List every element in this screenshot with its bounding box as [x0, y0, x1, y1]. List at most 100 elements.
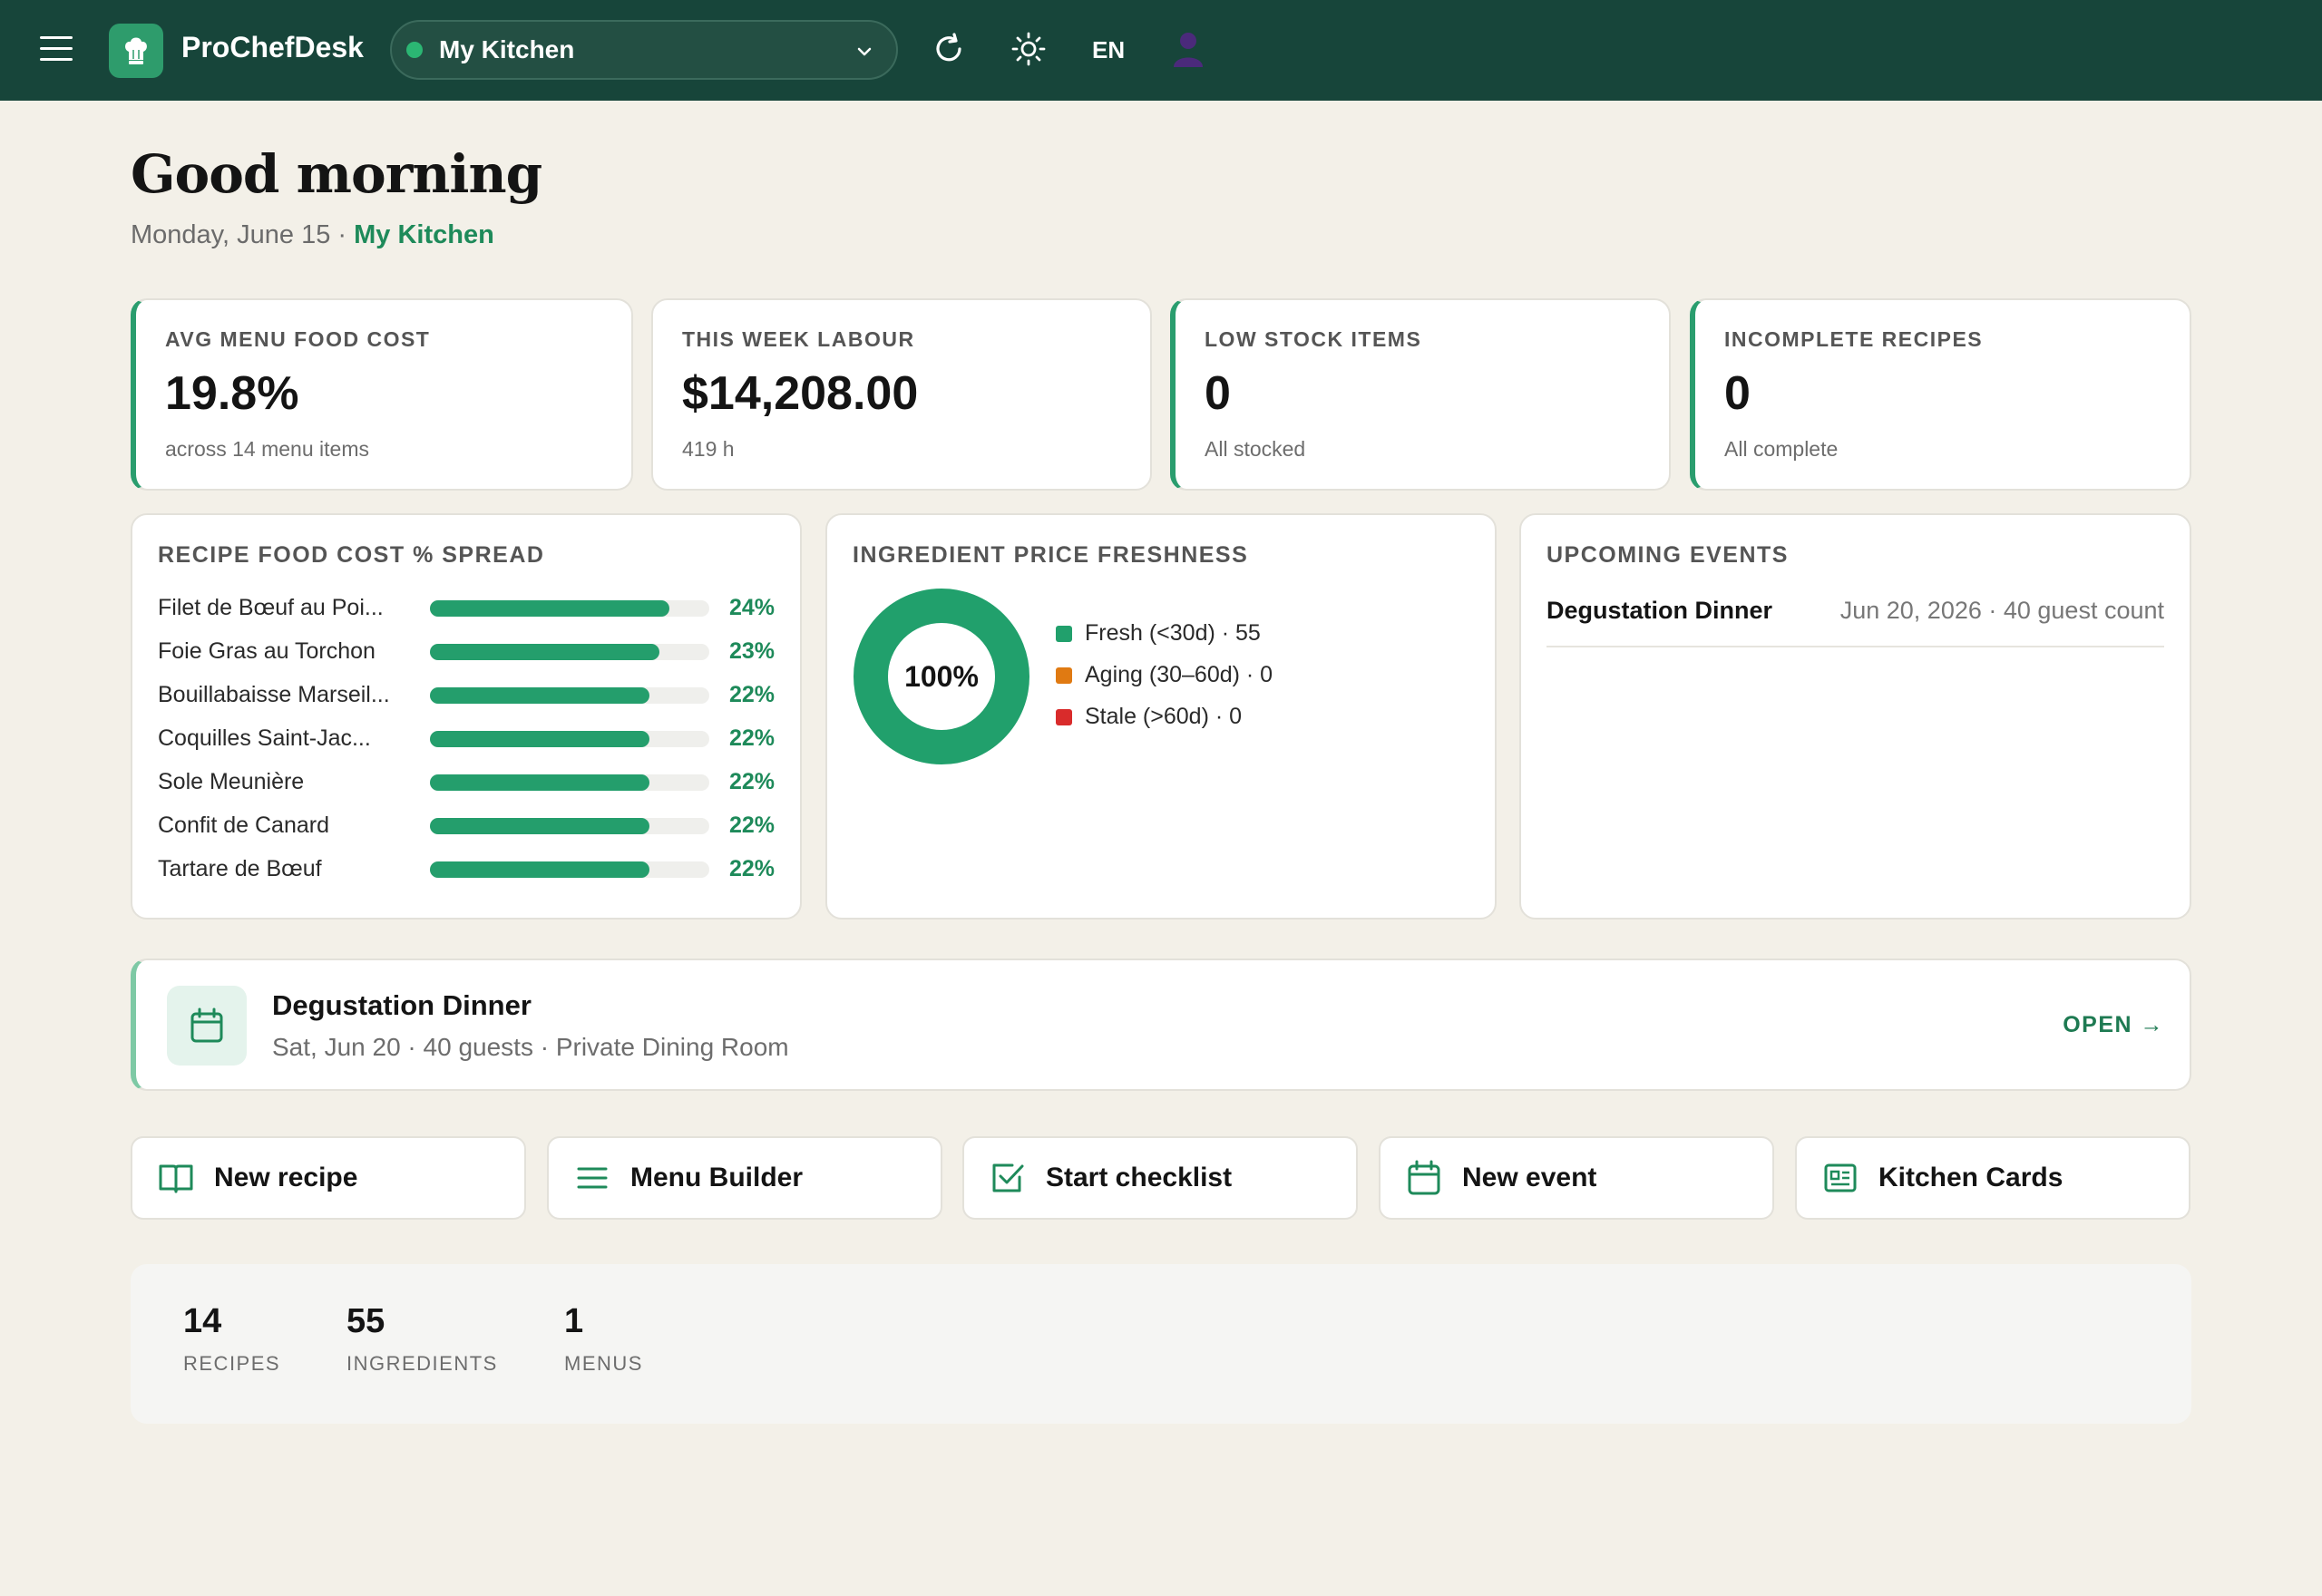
app-name[interactable]: ProChefDesk — [181, 31, 364, 64]
recipe-name: Foie Gras au Torchon — [158, 638, 376, 664]
cost-percent: 22% — [728, 813, 775, 838]
spread-row[interactable]: Bouillabaisse Marseil... 22% — [158, 678, 775, 715]
kpi-value: $14,208.00 — [682, 367, 919, 420]
greeting-subline: Monday, June 15 · My Kitchen — [131, 220, 494, 250]
list-icon — [574, 1160, 610, 1196]
event-name: Degustation Dinner — [1546, 597, 1773, 624]
cost-bar-track — [430, 818, 709, 834]
stat-ingredients[interactable]: 55 INGREDIENTS — [346, 1302, 498, 1376]
calendar-icon — [1406, 1160, 1442, 1196]
language-switch[interactable]: EN — [1092, 36, 1125, 64]
stat-label: INGREDIENTS — [346, 1352, 498, 1375]
kpi-subtitle: All stocked — [1205, 437, 1306, 461]
kpi-subtitle: All complete — [1724, 437, 1839, 461]
legend-label: Fresh (<30d) · 55 — [1085, 620, 1261, 646]
legend-label: Aging (30–60d) · 0 — [1085, 662, 1273, 687]
kpi-title: LOW STOCK ITEMS — [1205, 327, 1422, 351]
cost-percent: 22% — [728, 725, 775, 751]
cost-percent: 24% — [728, 595, 775, 620]
cost-bar-fill — [430, 861, 649, 878]
stat-value: 14 — [183, 1302, 222, 1340]
kpi-card-labour[interactable]: THIS WEEK LABOUR $14,208.00 419 h — [651, 298, 1152, 491]
kpi-subtitle: across 14 menu items — [165, 437, 369, 461]
theme-sun-icon[interactable] — [1010, 31, 1047, 67]
price-freshness-panel: INGREDIENT PRICE FRESHNESS 100% Fresh (<… — [825, 513, 1497, 920]
kitchen-link[interactable]: My Kitchen — [354, 220, 494, 249]
kpi-value: 0 — [1724, 367, 1751, 420]
user-avatar-icon[interactable] — [1170, 29, 1206, 69]
food-cost-spread-panel: RECIPE FOOD COST % SPREAD Filet de Bœuf … — [131, 513, 802, 920]
action-label: New event — [1462, 1163, 1597, 1192]
legend-swatch — [1056, 667, 1072, 684]
legend-aging: Aging (30–60d) · 0 — [1056, 662, 1273, 688]
spread-row[interactable]: Filet de Bœuf au Poi... 24% — [158, 591, 775, 628]
new-event-button[interactable]: New event — [1379, 1136, 1774, 1220]
action-label: Kitchen Cards — [1878, 1163, 2063, 1192]
open-event-link[interactable]: OPEN → — [2063, 1012, 2164, 1038]
legend-stale: Stale (>60d) · 0 — [1056, 704, 1242, 730]
menu-builder-button[interactable]: Menu Builder — [547, 1136, 942, 1220]
start-checklist-button[interactable]: Start checklist — [962, 1136, 1358, 1220]
legend-swatch — [1056, 708, 1072, 725]
event-list-item[interactable]: Degustation Dinner Jun 20, 2026 · 40 gue… — [1546, 597, 2164, 647]
recipe-name: Tartare de Bœuf — [158, 856, 322, 881]
recipe-name: Coquilles Saint-Jac... — [158, 725, 371, 751]
cost-bar-fill — [430, 818, 649, 834]
chef-hat-logo-icon[interactable] — [109, 24, 163, 78]
recipe-name: Filet de Bœuf au Poi... — [158, 595, 384, 620]
legend-label: Stale (>60d) · 0 — [1085, 704, 1243, 729]
stat-value: 1 — [564, 1302, 584, 1340]
panel-title: RECIPE FOOD COST % SPREAD — [158, 542, 545, 568]
stat-label: MENUS — [564, 1352, 643, 1375]
kpi-subtitle: 419 h — [682, 437, 735, 461]
kpi-title: INCOMPLETE RECIPES — [1724, 327, 1984, 351]
book-icon — [158, 1160, 194, 1196]
summary-stats: 14 RECIPES 55 INGREDIENTS 1 MENUS — [131, 1264, 2191, 1424]
kpi-card-low-stock[interactable]: LOW STOCK ITEMS 0 All stocked — [1170, 298, 1671, 491]
refresh-icon[interactable] — [931, 31, 967, 67]
stat-label: RECIPES — [183, 1352, 281, 1375]
calendar-icon — [167, 986, 247, 1066]
spread-row[interactable]: Coquilles Saint-Jac... 22% — [158, 722, 775, 758]
spread-row[interactable]: Tartare de Bœuf 22% — [158, 852, 775, 889]
chevron-down-icon — [857, 47, 872, 56]
recipe-name: Bouillabaisse Marseil... — [158, 682, 390, 707]
kitchen-selector[interactable]: My Kitchen — [390, 20, 898, 80]
cost-percent: 22% — [728, 856, 775, 881]
spread-row[interactable]: Foie Gras au Torchon 23% — [158, 635, 775, 671]
menu-icon[interactable] — [40, 36, 73, 65]
cost-percent: 23% — [728, 638, 775, 664]
cost-bar-track — [430, 600, 709, 617]
kitchen-cards-button[interactable]: Kitchen Cards — [1795, 1136, 2190, 1220]
stat-menus[interactable]: 1 MENUS — [564, 1302, 643, 1376]
kitchen-selector-label: My Kitchen — [439, 35, 575, 63]
new-recipe-button[interactable]: New recipe — [131, 1136, 526, 1220]
event-meta: Jun 20, 2026 · 40 guest count — [1839, 597, 2164, 624]
action-label: New recipe — [214, 1163, 358, 1192]
legend-swatch — [1056, 625, 1072, 642]
kpi-card-food-cost[interactable]: AVG MENU FOOD COST 19.8% across 14 menu … — [131, 298, 633, 491]
kpi-title: AVG MENU FOOD COST — [165, 327, 431, 351]
cost-bar-track — [430, 687, 709, 704]
stat-value: 55 — [346, 1302, 385, 1340]
kpi-value: 19.8% — [165, 367, 299, 420]
kpi-value: 0 — [1205, 367, 1231, 420]
kpi-title: THIS WEEK LABOUR — [682, 327, 915, 351]
legend-fresh: Fresh (<30d) · 55 — [1056, 620, 1261, 647]
cost-bar-track — [430, 731, 709, 747]
donut-center-label: 100% — [904, 660, 979, 693]
upcoming-events-panel: UPCOMING EVENTS Degustation Dinner Jun 2… — [1519, 513, 2191, 920]
recipe-name: Sole Meunière — [158, 769, 305, 794]
greeting-date: Monday, June 15 · — [131, 220, 355, 249]
spread-row[interactable]: Sole Meunière 22% — [158, 765, 775, 802]
cost-bar-fill — [430, 644, 659, 660]
banner-subtitle: Sat, Jun 20 · 40 guests · Private Dining… — [272, 1033, 789, 1061]
stat-recipes[interactable]: 14 RECIPES — [183, 1302, 280, 1376]
cost-bar-track — [430, 644, 709, 660]
spread-row[interactable]: Confit de Canard 22% — [158, 809, 775, 845]
action-label: Start checklist — [1046, 1163, 1233, 1192]
featured-event-banner[interactable]: Degustation Dinner Sat, Jun 20 · 40 gues… — [131, 959, 2191, 1091]
kpi-card-incomplete-recipes[interactable]: INCOMPLETE RECIPES 0 All complete — [1690, 298, 2191, 491]
greeting-title: Good morning — [131, 143, 542, 205]
id-card-icon — [1822, 1160, 1859, 1196]
